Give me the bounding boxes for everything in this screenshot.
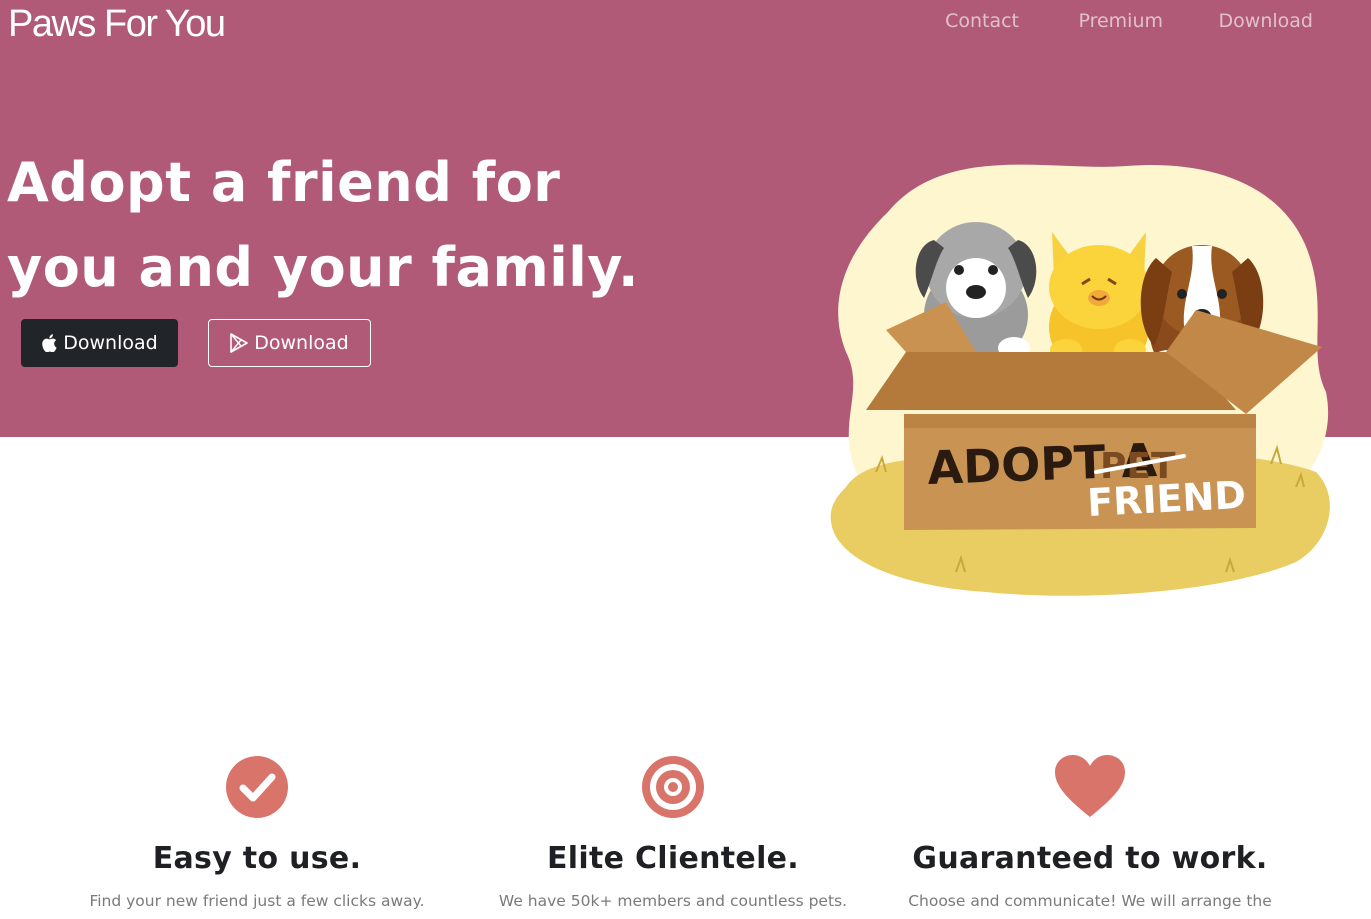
feature-guaranteed: Guaranteed to work. Choose and communica… bbox=[880, 755, 1300, 910]
feature-title: Easy to use. bbox=[152, 841, 362, 876]
nav-contact-link[interactable]: Contact bbox=[945, 10, 1019, 32]
feature-description: Choose and communicate! We will arrange … bbox=[908, 892, 1272, 910]
hero-headline-line1: Adopt a friend for bbox=[7, 151, 561, 214]
feature-elite-clientele: Elite Clientele. We have 50k+ members an… bbox=[463, 755, 883, 910]
feature-title: Elite Clientele. bbox=[547, 841, 799, 876]
hero-headline: Adopt a friend for you and your family. bbox=[7, 140, 707, 310]
play-download-button[interactable]: Download bbox=[208, 319, 371, 367]
check-circle-icon bbox=[226, 756, 288, 818]
box-friend-word: FRIEND bbox=[1086, 473, 1247, 525]
feature-description: Find your new friend just a few clicks a… bbox=[89, 892, 425, 910]
play-download-label: Download bbox=[254, 332, 349, 354]
apple-download-button[interactable]: Download bbox=[21, 319, 178, 367]
feature-title: Guaranteed to work. bbox=[912, 841, 1268, 876]
play-store-icon bbox=[230, 333, 249, 353]
target-icon bbox=[642, 756, 704, 818]
brand-logo[interactable]: Paws For You bbox=[8, 2, 226, 46]
apple-download-label: Download bbox=[63, 332, 158, 354]
feature-description: We have 50k+ members and countless pets. bbox=[498, 892, 848, 910]
nav-premium-link[interactable]: Premium bbox=[1078, 10, 1163, 32]
heart-icon bbox=[1055, 755, 1125, 817]
hero-headline-line2: you and your family. bbox=[7, 236, 640, 299]
adopt-pets-illustration: ADOPT A PET FRIEND bbox=[830, 164, 1330, 596]
feature-easy-to-use: Easy to use. Find your new friend just a… bbox=[47, 755, 467, 910]
nav-download-link[interactable]: Download bbox=[1219, 10, 1313, 32]
apple-icon bbox=[42, 334, 57, 352]
